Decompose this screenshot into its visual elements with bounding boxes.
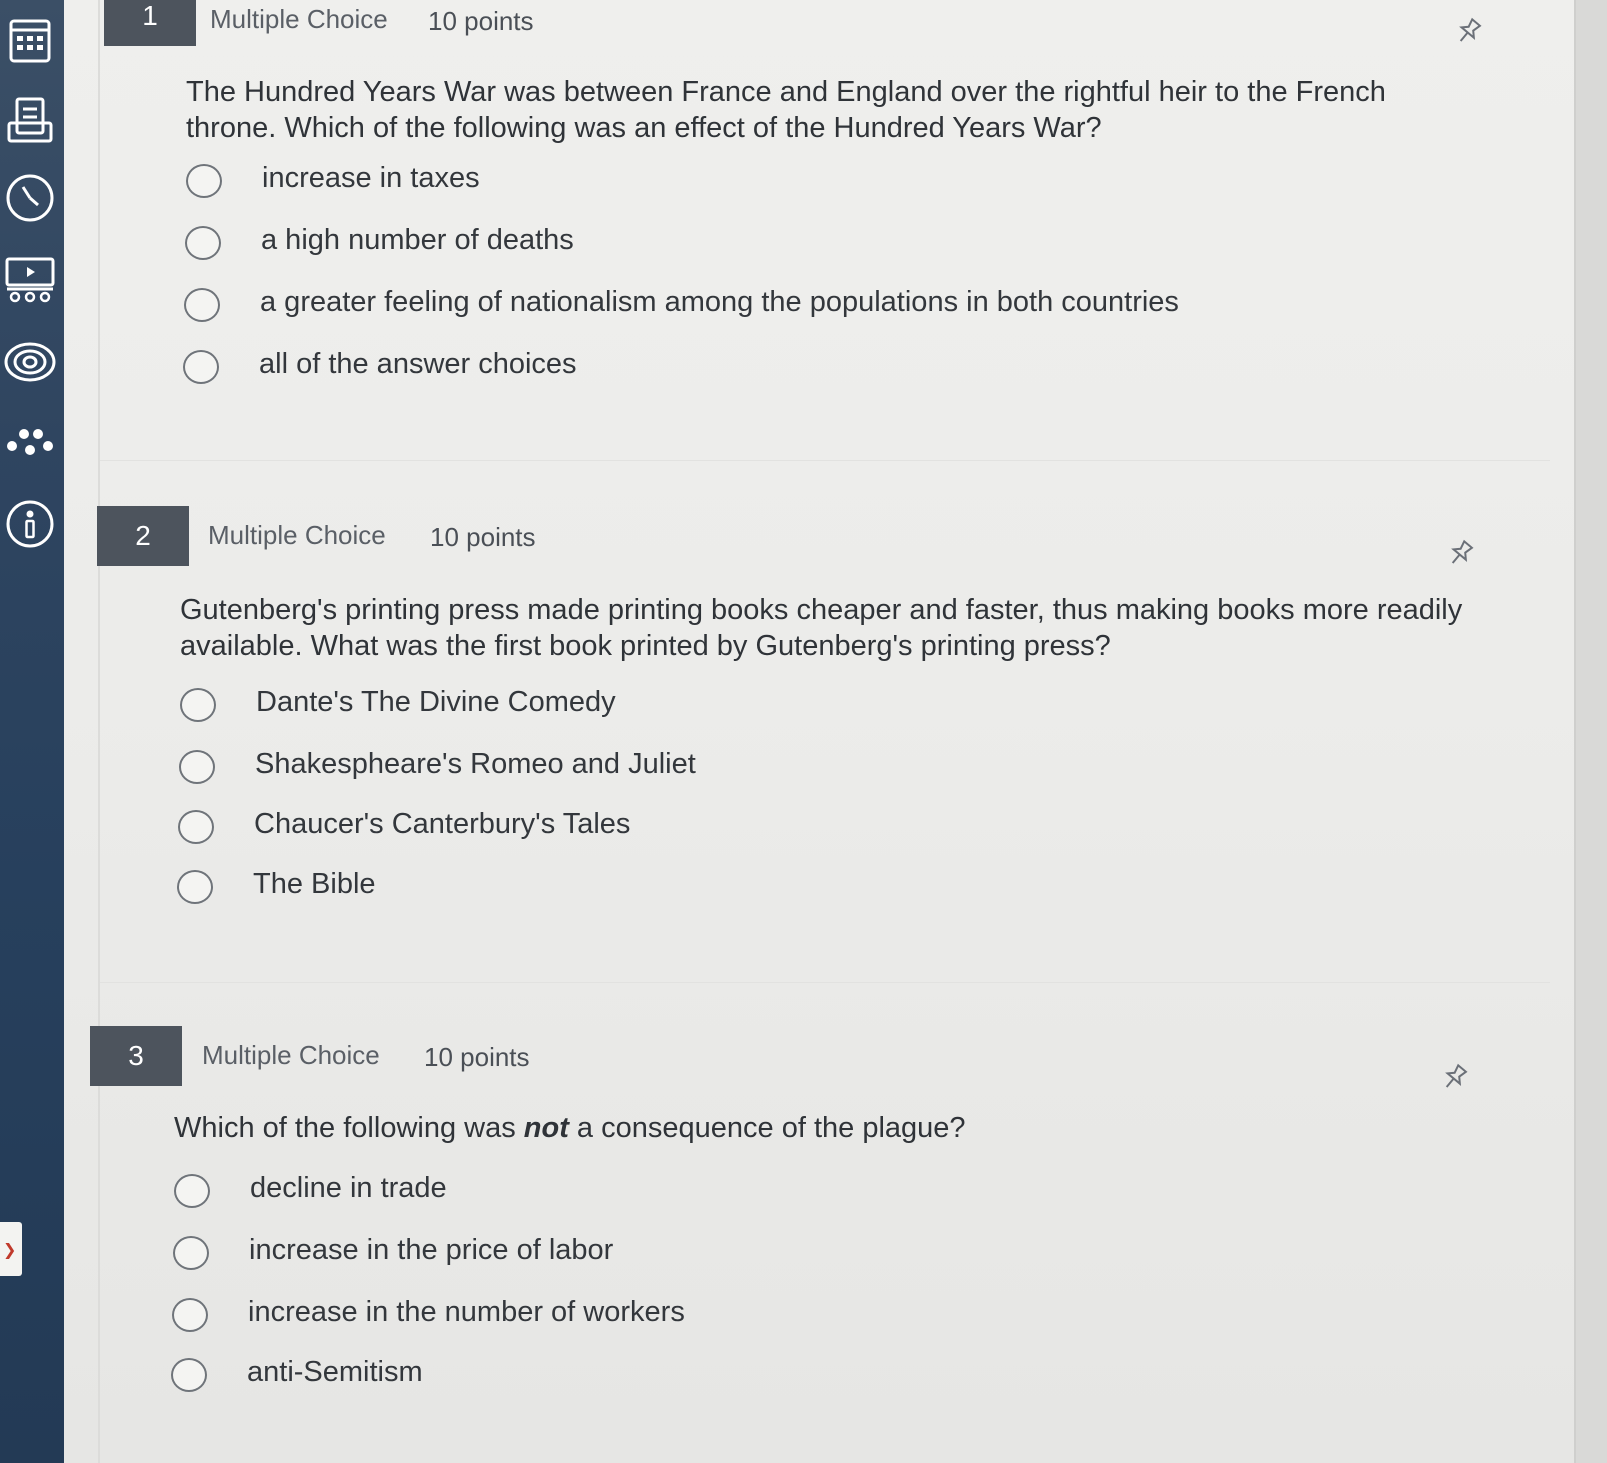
flag-question-button[interactable]	[1446, 538, 1476, 568]
nav-people[interactable]	[0, 414, 60, 470]
answer-label: The Bible	[253, 868, 376, 900]
nav-inbox[interactable]	[0, 92, 60, 148]
question-header: 2 Multiple Choice 10 points	[64, 506, 1554, 566]
nav-commons[interactable]	[0, 334, 60, 390]
answer-label: a greater feeling of nationalism among t…	[260, 286, 1179, 318]
flag-question-button[interactable]	[1454, 16, 1484, 46]
question-divider	[100, 460, 1550, 461]
answer-option[interactable]: increase in the price of labor	[173, 1232, 1373, 1276]
answer-option[interactable]: Chaucer's Canterbury's Tales	[178, 806, 1378, 850]
radio-button[interactable]	[184, 288, 220, 322]
question-text: Which of the following was not a consequ…	[174, 1110, 1454, 1146]
radio-button[interactable]	[173, 1236, 209, 1270]
quiz-app: ❯ 1 Multiple Choice 10 points The Hundre…	[0, 0, 1607, 1463]
question-number: 2	[97, 506, 189, 566]
question-divider	[100, 982, 1550, 983]
answer-label: Chaucer's Canterbury's Tales	[254, 808, 631, 840]
radio-button[interactable]	[172, 1298, 208, 1332]
pin-icon	[1454, 17, 1484, 50]
question-header: 1 Multiple Choice 10 points	[64, 0, 1554, 46]
answer-label: all of the answer choices	[259, 348, 577, 380]
question-type: Multiple Choice	[210, 4, 388, 34]
radio-button[interactable]	[171, 1358, 207, 1392]
answer-option[interactable]: Dante's The Divine Comedy	[180, 684, 1380, 728]
radio-button[interactable]	[179, 750, 215, 784]
pin-icon	[1446, 539, 1476, 572]
radio-button[interactable]	[178, 810, 214, 844]
answer-option[interactable]: decline in trade	[174, 1170, 1374, 1214]
question-text-before: Which of the following was	[174, 1112, 524, 1144]
chevron-right-icon: ❯	[3, 1239, 17, 1259]
answer-label: decline in trade	[250, 1172, 447, 1204]
info-icon	[3, 497, 57, 551]
answer-label: Shakespheare's Romeo and Juliet	[255, 748, 696, 780]
answer-label: increase in the number of workers	[248, 1296, 685, 1328]
nav-studio[interactable]	[0, 252, 60, 308]
question-text-emphasis: not	[523, 1112, 569, 1144]
question-points: 10 points	[424, 1042, 530, 1072]
people-icon	[2, 420, 58, 464]
scroll-edge	[1574, 0, 1607, 1463]
nav-help[interactable]	[0, 496, 60, 552]
question-type: Multiple Choice	[202, 1040, 380, 1070]
nav-calendar[interactable]	[0, 12, 60, 68]
question-number: 3	[90, 1026, 182, 1086]
inbox-icon	[5, 95, 55, 145]
answer-option[interactable]: a high number of deaths	[185, 222, 1385, 266]
question-text-after: a consequence of the plague?	[568, 1112, 966, 1144]
radio-button[interactable]	[174, 1174, 210, 1208]
quiz-content: 1 Multiple Choice 10 points The Hundred …	[64, 0, 1574, 1463]
answer-option[interactable]: increase in taxes	[186, 160, 1386, 204]
collapse-nav-tab[interactable]: ❯	[0, 1222, 22, 1276]
studio-icon	[3, 255, 57, 305]
radio-button[interactable]	[186, 164, 222, 198]
answer-option[interactable]: anti-Semitism	[171, 1354, 1371, 1398]
radio-button[interactable]	[183, 350, 219, 384]
answer-label: Dante's The Divine Comedy	[256, 686, 616, 718]
answer-option[interactable]: all of the answer choices	[183, 346, 1383, 390]
pin-icon	[1440, 1063, 1470, 1096]
history-icon	[3, 171, 57, 225]
answer-label: increase in taxes	[262, 162, 480, 194]
nav-history[interactable]	[0, 170, 60, 226]
calendar-icon	[7, 15, 53, 65]
question-text: Gutenberg's printing press made printing…	[180, 594, 1463, 662]
global-nav: ❯	[0, 0, 64, 1463]
answer-label: increase in the price of labor	[249, 1234, 614, 1266]
content-gutter	[98, 0, 100, 1463]
question-header: 3 Multiple Choice 10 points	[64, 1026, 1554, 1086]
question-type: Multiple Choice	[208, 520, 386, 550]
question-points: 10 points	[430, 522, 536, 552]
answer-option[interactable]: Shakespheare's Romeo and Juliet	[179, 746, 1379, 790]
answer-label: anti-Semitism	[247, 1356, 423, 1388]
radio-button[interactable]	[180, 688, 216, 722]
radio-button[interactable]	[177, 870, 213, 904]
answer-option[interactable]: a greater feeling of nationalism among t…	[184, 284, 1384, 328]
answer-option[interactable]: increase in the number of workers	[172, 1294, 1372, 1338]
question-points: 10 points	[428, 6, 534, 36]
question-number: 1	[104, 0, 196, 46]
flag-question-button[interactable]	[1440, 1062, 1470, 1092]
swirl-icon	[2, 337, 58, 387]
radio-button[interactable]	[185, 226, 221, 260]
answer-option[interactable]: The Bible	[177, 866, 1377, 910]
question-text: The Hundred Years War was between France…	[186, 76, 1386, 144]
answer-label: a high number of deaths	[261, 224, 574, 256]
